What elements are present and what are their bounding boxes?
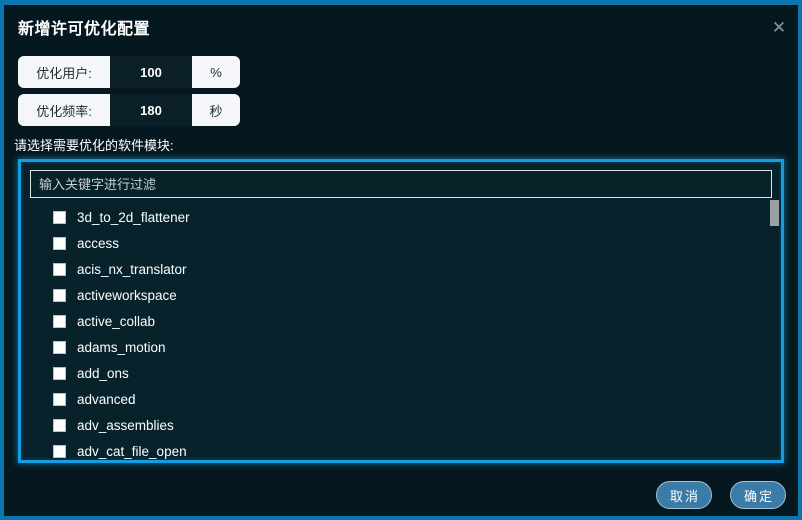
license-optimization-dialog: 新增许可优化配置 ✕ 优化用户: % 优化频率: 秒 请选择需要优化的软件模块:… — [0, 0, 802, 520]
module-label: adv_assemblies — [77, 417, 174, 433]
module-list-scrollbar-thumb[interactable] — [770, 200, 779, 226]
module-checkbox[interactable] — [53, 262, 66, 276]
module-checkbox[interactable] — [53, 392, 66, 406]
module-checkbox[interactable] — [53, 444, 66, 458]
module-checkbox[interactable] — [53, 340, 66, 354]
optimize-users-field-group: 优化用户: % — [18, 56, 240, 88]
list-item[interactable]: adv_assemblies — [30, 412, 778, 438]
module-label: advanced — [77, 391, 136, 407]
list-item[interactable]: adams_motion — [30, 334, 778, 360]
module-checkbox[interactable] — [53, 314, 66, 328]
module-checkbox[interactable] — [53, 236, 66, 250]
list-item[interactable]: activeworkspace — [30, 282, 778, 308]
module-checkbox[interactable] — [53, 288, 66, 302]
list-item[interactable]: add_ons — [30, 360, 778, 386]
module-checkbox[interactable] — [53, 210, 66, 224]
list-item[interactable]: adv_cat_file_open — [30, 438, 778, 460]
module-list-panel: 3d_to_2d_flatteneraccess acis_nx_translat… — [18, 159, 784, 463]
confirm-button[interactable]: 确定 — [730, 481, 786, 509]
dialog-title: 新增许可优化配置 — [18, 21, 151, 38]
module-checkbox[interactable] — [53, 418, 66, 432]
list-item[interactable]: 3d_to_2d_flattener — [30, 204, 778, 230]
list-item[interactable]: active_collab — [30, 308, 778, 334]
module-label: access — [77, 235, 120, 251]
filter-input[interactable] — [30, 170, 772, 198]
optimize-users-input[interactable] — [110, 56, 192, 88]
module-list-scrollbar[interactable] — [770, 200, 779, 458]
cancel-button[interactable]: 取消 — [656, 481, 712, 509]
optimize-frequency-unit: 秒 — [209, 103, 223, 119]
module-label: acis_nx_translator — [77, 261, 187, 277]
dialog-titlebar: 新增许可优化配置 ✕ — [4, 5, 798, 49]
module-label: add_ons — [77, 365, 129, 381]
module-label: adv_cat_file_open — [77, 443, 187, 459]
list-item[interactable]: acis_nx_translator — [30, 256, 778, 282]
optimize-users-unit: % — [210, 64, 222, 80]
optimize-frequency-label: 优化频率: — [36, 103, 92, 119]
optimize-frequency-input[interactable] — [110, 94, 192, 126]
optimize-frequency-field-group: 优化频率: 秒 — [18, 94, 240, 126]
module-label: active_collab — [77, 313, 156, 329]
list-item[interactable]: access — [30, 230, 778, 256]
module-label: activeworkspace — [77, 287, 177, 303]
module-label: 3d_to_2d_flattener — [77, 209, 190, 225]
list-item[interactable]: advanced — [30, 386, 778, 412]
module-list[interactable]: 3d_to_2d_flatteneraccess acis_nx_translat… — [30, 204, 778, 460]
optimize-users-label: 优化用户: — [36, 65, 92, 81]
module-checkbox[interactable] — [53, 366, 66, 380]
close-icon[interactable]: ✕ — [766, 15, 792, 41]
module-label: adams_motion — [77, 339, 166, 355]
module-section-label: 请选择需要优化的软件模块: — [14, 138, 174, 153]
